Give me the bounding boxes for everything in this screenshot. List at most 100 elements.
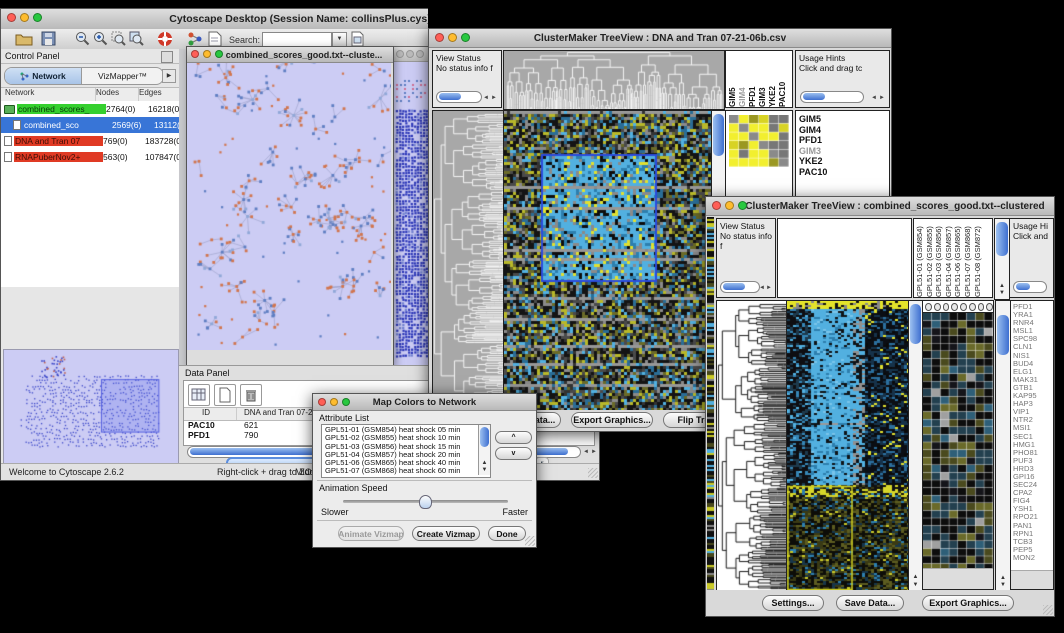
- attribute-browser-icon[interactable]: [351, 31, 367, 47]
- export-graphics-button[interactable]: Export Graphics...: [922, 595, 1014, 611]
- scroll-left-icon[interactable]: ◄: [483, 94, 489, 102]
- tv2-selection-heatmap[interactable]: [923, 313, 993, 569]
- gene-name[interactable]: GIM4: [796, 125, 889, 136]
- animate-vizmap-button[interactable]: Animate Vizmap: [338, 526, 404, 541]
- view-status-hscrollbar[interactable]: [720, 281, 760, 293]
- dialog-titlebar[interactable]: Map Colors to Network: [313, 394, 536, 411]
- tab-vizmapper[interactable]: VizMapper™: [82, 68, 163, 84]
- attribute-item[interactable]: GPL51-07 (GSM868) heat shock 60 min: [322, 467, 490, 475]
- zoom-icon: [461, 33, 470, 42]
- column-label[interactable]: GPL51-01 (GSM854): [915, 219, 925, 297]
- vizmap-icon[interactable]: [187, 31, 203, 47]
- gene-name[interactable]: GIM3: [796, 146, 889, 157]
- scroll-right-icon[interactable]: ►: [766, 284, 772, 292]
- done-button[interactable]: Done: [488, 526, 526, 541]
- column-label[interactable]: GPL51-03 (GSM856): [934, 219, 944, 297]
- zoom-out-icon[interactable]: [75, 31, 90, 46]
- float-panel-icon[interactable]: [161, 51, 173, 63]
- column-label[interactable]: GIM4: [738, 51, 748, 107]
- open-file-icon[interactable]: [15, 31, 33, 46]
- search-dropdown-icon[interactable]: ▼: [332, 32, 347, 47]
- attribute-list-vscrollbar[interactable]: ▲▼: [478, 425, 490, 475]
- network-canvas[interactable]: [187, 47, 391, 350]
- col-edges[interactable]: Edges: [139, 88, 179, 101]
- tv1-column-dendrogram[interactable]: [503, 50, 725, 110]
- minimize-icon: [20, 13, 29, 22]
- tv2-column-vscrollbar[interactable]: ▲▼: [994, 218, 1010, 300]
- delete-attribute-icon[interactable]: [240, 384, 262, 406]
- search-input[interactable]: [262, 32, 332, 47]
- scroll-right-icon[interactable]: ►: [591, 448, 597, 456]
- scroll-left-icon[interactable]: ◄: [583, 448, 589, 456]
- move-up-button[interactable]: ^: [495, 431, 532, 444]
- column-label[interactable]: YKE2: [768, 51, 778, 107]
- view-status-hscrollbar[interactable]: [436, 91, 482, 103]
- zoom-fit-icon[interactable]: [129, 31, 144, 46]
- scroll-right-icon[interactable]: ►: [491, 94, 497, 102]
- settings-button[interactable]: Settings...: [762, 595, 824, 611]
- column-label[interactable]: GPL51-06 (GSM865): [953, 219, 963, 297]
- network-list-row[interactable]: combined_scores_ 2764(0) 16218(0): [1, 101, 179, 117]
- network-type-icon: [4, 136, 12, 146]
- network-list-row[interactable]: DNA and Tran 07 769(0) 183728(0): [1, 133, 179, 149]
- create-vizmap-button[interactable]: Create Vizmap: [412, 526, 480, 541]
- move-down-button[interactable]: v: [495, 447, 532, 460]
- col-nodes[interactable]: Nodes: [96, 88, 139, 101]
- tv2-heatmap[interactable]: [786, 300, 910, 592]
- scroll-right-icon[interactable]: ►: [879, 94, 885, 102]
- attribute-listbox[interactable]: GPL51-01 (GSM854) heat shock 05 minGPL51…: [321, 424, 491, 478]
- tv1-cluster-matrix[interactable]: [729, 115, 789, 167]
- slider-thumb[interactable]: [419, 495, 432, 509]
- tv2-titlebar[interactable]: ClusterMaker TreeView : combined_scores_…: [706, 197, 1054, 216]
- column-label[interactable]: GIM5: [728, 51, 738, 107]
- usage-hints-hscrollbar[interactable]: [800, 91, 864, 103]
- network-view-window[interactable]: combined_scores_good.txt--cluste...: [186, 46, 394, 368]
- scroll-left-icon[interactable]: ◄: [759, 284, 765, 292]
- tv1-row-dendrogram[interactable]: [432, 110, 505, 412]
- tab-network[interactable]: Network: [5, 68, 82, 84]
- column-label[interactable]: GPL51-07 (GSM868): [963, 219, 973, 297]
- gene-name[interactable]: YKE2: [796, 156, 889, 167]
- network-overview[interactable]: [3, 349, 179, 465]
- column-label[interactable]: GIM3: [758, 51, 768, 107]
- export-graphics-button[interactable]: Export Graphics...: [571, 412, 653, 428]
- gene-name[interactable]: GIM5: [796, 114, 889, 125]
- column-label[interactable]: PAC10: [778, 51, 788, 107]
- network-list-row[interactable]: combined_sco 2569(6) 13112(15): [1, 117, 179, 133]
- col-network[interactable]: Network: [1, 88, 96, 101]
- tv2-column-dendrogram-area[interactable]: [777, 218, 912, 298]
- gene-name[interactable]: MON2: [1011, 554, 1053, 562]
- animation-speed-slider[interactable]: [343, 500, 508, 503]
- data-col-id[interactable]: ID: [202, 408, 210, 417]
- help-icon[interactable]: [157, 31, 173, 47]
- table-grid-icon[interactable]: [188, 384, 210, 406]
- gene-name[interactable]: PFD1: [796, 135, 889, 146]
- zoom-selected-icon[interactable]: [111, 31, 126, 46]
- window-controls[interactable]: [7, 13, 42, 22]
- resize-grip[interactable]: [525, 536, 535, 546]
- tv2-gene-list[interactable]: PFD1YRA1RNR4MSL1SPC98CLN1NIS1BUD4ELG1MAK…: [1011, 301, 1053, 562]
- usage-hints-text: Click and drag tc: [796, 63, 889, 73]
- tv2-heatmap-vscrollbar[interactable]: ▲▼: [908, 300, 923, 592]
- new-attribute-icon[interactable]: [214, 384, 236, 406]
- network-list-row[interactable]: RNAPuberNov2+ 563(0) 107847(0): [1, 149, 179, 165]
- tv2-row-dendrogram[interactable]: [716, 300, 788, 592]
- tv2-selection-vscrollbar[interactable]: ▲▼: [995, 300, 1011, 592]
- column-label[interactable]: GPL51-08 (GSM872): [973, 219, 983, 297]
- gene-name[interactable]: PAC10: [796, 167, 889, 178]
- column-label[interactable]: GPL51-02 (GSM855): [925, 219, 935, 297]
- column-label[interactable]: GPL51-04 (GSM857): [944, 219, 954, 297]
- scroll-left-icon[interactable]: ◄: [871, 94, 877, 102]
- column-label[interactable]: PFD1: [748, 51, 758, 107]
- tab-overflow-button[interactable]: ▶: [162, 69, 176, 83]
- tv1-heatmap[interactable]: [503, 110, 713, 412]
- resize-grip[interactable]: [588, 468, 598, 478]
- usage-hints-hscrollbar[interactable]: [1013, 281, 1047, 293]
- resize-grip[interactable]: [1043, 605, 1053, 615]
- annotation-icon[interactable]: [208, 31, 222, 47]
- dense-network-canvas[interactable]: [393, 62, 433, 365]
- save-icon[interactable]: [41, 31, 56, 46]
- zoom-in-icon[interactable]: [93, 31, 108, 46]
- tv1-titlebar[interactable]: ClusterMaker TreeView : DNA and Tran 07-…: [429, 29, 891, 48]
- save-data-button[interactable]: Save Data...: [836, 595, 904, 611]
